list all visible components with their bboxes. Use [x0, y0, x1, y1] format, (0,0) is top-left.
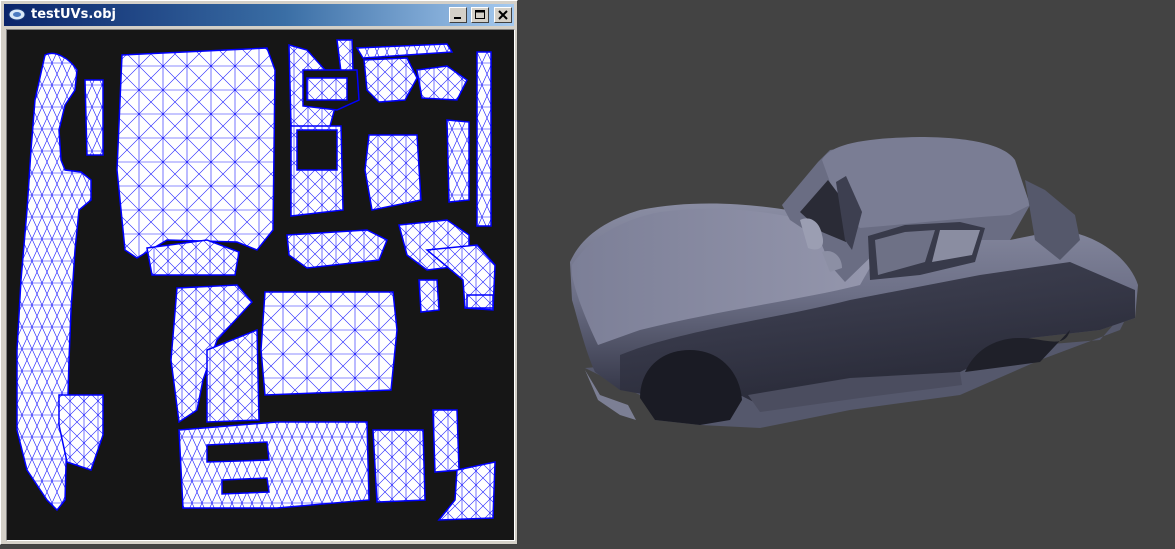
title-bar[interactable]: testUVs.obj	[4, 4, 514, 26]
obj-viewer-icon	[8, 8, 26, 21]
maximize-button[interactable]	[471, 7, 489, 23]
minimize-icon	[454, 17, 461, 19]
uv-layout-canvas[interactable]	[6, 29, 515, 541]
close-button[interactable]	[494, 7, 512, 23]
window-title: testUVs.obj	[31, 7, 116, 22]
car-model[interactable]	[520, 0, 1175, 545]
minimize-button[interactable]	[449, 7, 467, 23]
uv-wireframe	[16, 39, 496, 521]
uv-viewer-window: testUVs.obj	[0, 0, 518, 545]
maximize-icon	[475, 10, 485, 19]
close-icon	[498, 10, 508, 20]
